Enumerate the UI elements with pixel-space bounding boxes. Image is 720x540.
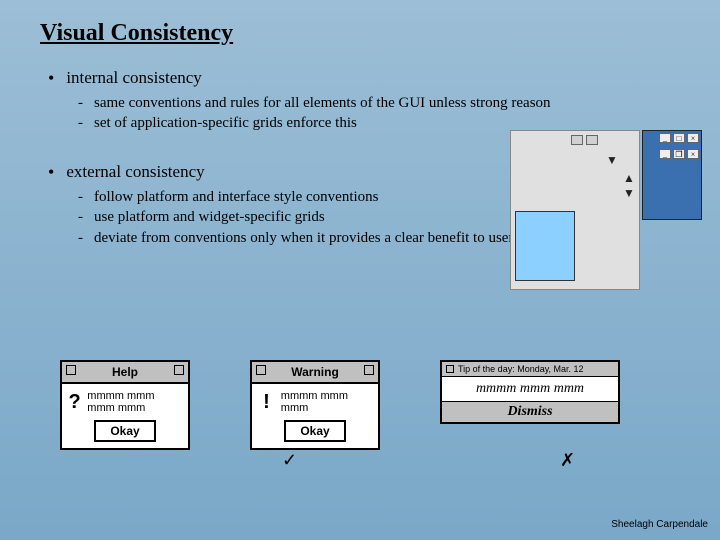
sub-bullet: deviate from conventions only when it pr… (94, 228, 513, 248)
author-credit: Sheelagh Carpendale (611, 519, 708, 530)
spinner-arrows-icon: ▲▼ (623, 171, 635, 201)
window-control-icon (586, 135, 598, 145)
dash-icon: - (78, 228, 88, 248)
window-graphic: ▼ ▲▼ × □ _ × ❐ _ (510, 130, 710, 320)
dialog-tip: Tip of the day: Monday, Mar. 12 mmmm mmm… (440, 360, 620, 424)
dropdown-arrow-icon: ▼ (606, 153, 618, 168)
minimize-icon: _ (659, 149, 671, 159)
bullet-icon (48, 162, 60, 183)
okay-button[interactable]: Okay (284, 420, 345, 442)
sub-bullet: use platform and widget-specific grids (94, 207, 325, 227)
dialog-titlebar: Help (62, 362, 188, 384)
section-heading: external consistency (66, 162, 204, 183)
close-icon: × (687, 149, 699, 159)
dialog-help: Help ? mmmm mmm mmm mmm Okay (60, 360, 190, 450)
cross-icon: ✗ (560, 450, 575, 471)
section-internal: internal consistency -same conventions a… (48, 68, 551, 134)
dialog-warning: Warning ! mmmm mmm mmm Okay (250, 360, 380, 450)
dialog-title: Help (112, 365, 138, 379)
window-panel: ▼ ▲▼ (510, 130, 640, 290)
sub-bullet: same conventions and rules for all eleme… (94, 93, 551, 113)
document-icon (515, 211, 575, 281)
dialog-titlebar: Tip of the day: Monday, Mar. 12 (442, 362, 618, 377)
sub-bullet: follow platform and interface style conv… (94, 187, 379, 207)
window-panel: × □ _ × ❐ _ (642, 130, 702, 220)
question-icon: ? (68, 391, 81, 414)
dialog-body-text: mmmm mmm mmm mmm (87, 390, 182, 414)
close-icon: × (687, 133, 699, 143)
dash-icon: - (78, 207, 88, 227)
sub-bullet: set of application-specific grids enforc… (94, 113, 357, 133)
minimize-icon: _ (659, 133, 671, 143)
okay-button[interactable]: Okay (94, 420, 155, 442)
window-control-icon (571, 135, 583, 145)
exclamation-icon: ! (258, 391, 275, 414)
dialog-body-text: mmmm mmm mmm (281, 390, 372, 414)
dash-icon: - (78, 113, 88, 133)
maximize-icon: □ (673, 133, 685, 143)
bullet-icon (48, 68, 60, 89)
section-external: external consistency -follow platform an… (48, 162, 513, 248)
close-icon[interactable] (66, 365, 76, 375)
close-icon[interactable] (446, 365, 454, 373)
section-heading: internal consistency (66, 68, 202, 89)
close-icon[interactable] (174, 365, 184, 375)
checkmark-icon: ✓ (282, 450, 297, 471)
dismiss-button[interactable]: Dismiss (442, 402, 618, 422)
dialog-title: Tip of the day: Monday, Mar. 12 (458, 364, 584, 374)
close-icon[interactable] (256, 365, 266, 375)
restore-icon: ❐ (673, 149, 685, 159)
dialog-row: Help ? mmmm mmm mmm mmm Okay Warning ! m… (60, 360, 620, 450)
slide-title: Visual Consistency (40, 20, 233, 47)
dialog-titlebar: Warning (252, 362, 378, 384)
dialog-title: Warning (291, 365, 339, 379)
dialog-body-text: mmmm mmm mmm (442, 377, 618, 402)
dash-icon: - (78, 187, 88, 207)
close-icon[interactable] (364, 365, 374, 375)
dash-icon: - (78, 93, 88, 113)
